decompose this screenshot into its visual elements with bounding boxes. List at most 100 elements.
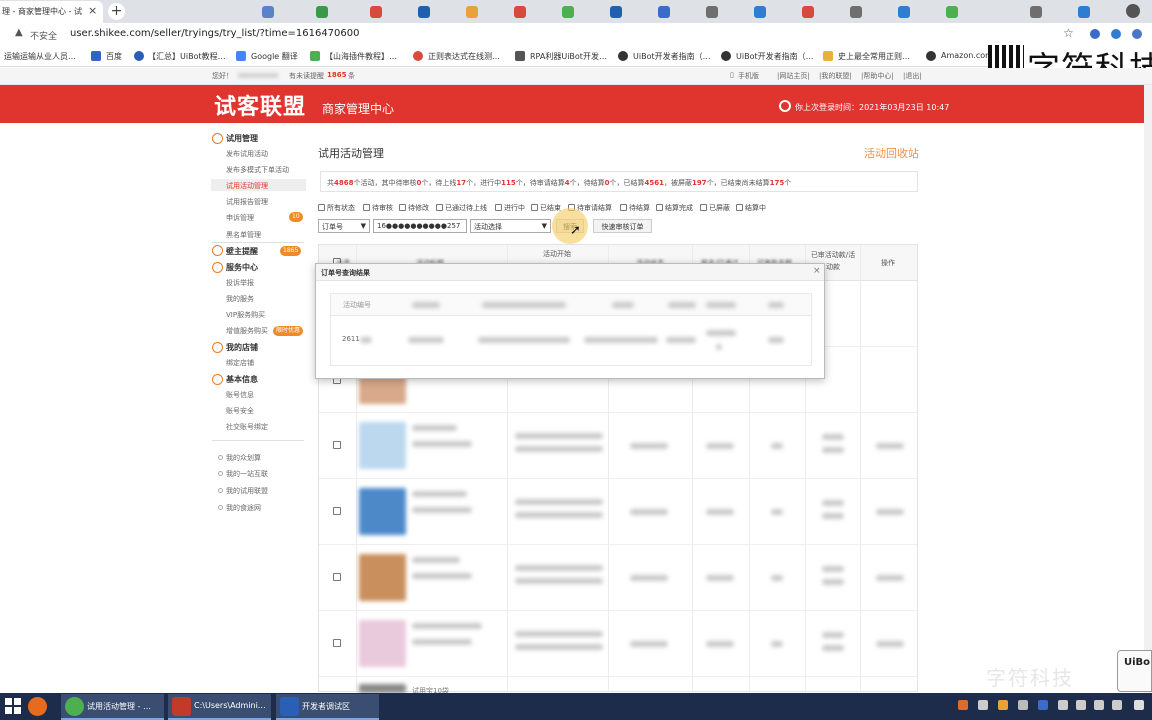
sidebar-item-report[interactable]: 投诉举报 [226, 278, 254, 288]
chrome-icon[interactable] [65, 697, 84, 716]
bookmark-item[interactable]: 正则表达式在线测… [428, 51, 500, 62]
bottom-link[interactable]: 我的试用联盟 [226, 486, 268, 496]
uibot-icon[interactable] [280, 697, 299, 716]
product-thumbnail[interactable] [359, 620, 406, 667]
blurred-action[interactable] [876, 641, 904, 647]
tab-favicon-icon[interactable] [370, 6, 382, 18]
bottom-link[interactable]: 我的食途网 [226, 503, 261, 513]
activity-select[interactable]: 活动选择 ▼ [470, 219, 551, 233]
tab-favicon-icon[interactable] [466, 6, 478, 18]
sidebar-item-blacklist[interactable]: 黑名单管理 [226, 230, 261, 240]
top-link-home[interactable]: |网站主页| [777, 71, 810, 81]
tab-favicon-icon[interactable] [418, 6, 430, 18]
filter-all[interactable]: 所有状态 [318, 203, 355, 213]
profile-icon[interactable] [1126, 4, 1140, 18]
filter-settle[interactable]: 待结算 [620, 203, 650, 213]
recycle-bin-link[interactable]: 活动回收站 [864, 145, 919, 161]
bookmark-item[interactable]: UiBot开发者指南（… [633, 51, 711, 62]
sidebar-item-bind-shop[interactable]: 绑定店铺 [226, 358, 254, 368]
product-thumbnail[interactable] [359, 684, 406, 693]
sidebar-section-info[interactable]: 基本信息 [226, 374, 258, 385]
sidebar-item-multi-mode[interactable]: 发布多模式下单活动 [226, 165, 289, 175]
top-link-logout[interactable]: |退出| [903, 71, 922, 81]
sidebar-section-shop[interactable]: 我的店铺 [226, 342, 258, 353]
sidebar-item-activity-manage[interactable]: 试用活动管理 [211, 179, 306, 191]
bookmark-item[interactable]: 史上最全常用正则… [838, 51, 910, 62]
bookmark-star-icon[interactable]: ☆ [1063, 26, 1074, 40]
tab-favicon-icon[interactable] [262, 6, 274, 18]
close-icon[interactable]: × [813, 266, 821, 276]
blurred-action[interactable] [876, 575, 904, 581]
windows-start-icon[interactable] [4, 697, 22, 715]
uibot-floating-panel[interactable]: UiBo [1117, 650, 1152, 692]
firefox-icon[interactable] [28, 697, 47, 716]
sidebar-section-trial[interactable]: 试用管理 [226, 133, 258, 144]
row-checkbox[interactable] [333, 573, 341, 581]
notice-count[interactable]: 1865 [327, 71, 346, 79]
tab-favicon-icon[interactable] [316, 6, 328, 18]
bookmark-item[interactable]: UiBot开发者指南（… [736, 51, 814, 62]
tray-icon[interactable] [1038, 700, 1048, 710]
sidebar-section-reminder[interactable]: 壁主提醒 [226, 246, 258, 257]
dialog-activity-id[interactable]: 2611 [342, 335, 360, 343]
filter-approved[interactable]: 已通过待上线 [436, 203, 487, 213]
sidebar-item-account-security[interactable]: 账号安全 [226, 406, 254, 416]
filter-ongoing[interactable]: 进行中 [495, 203, 525, 213]
tab-favicon-icon[interactable] [1030, 6, 1042, 18]
sidebar-item-social-binding[interactable]: 社交账号绑定 [226, 422, 268, 432]
volume-icon[interactable] [1076, 700, 1086, 710]
extension-icon[interactable] [1111, 29, 1121, 39]
tab-favicon-icon[interactable] [514, 6, 526, 18]
search-field-select[interactable]: 订单号 ▼ [318, 219, 370, 233]
bookmark-item[interactable]: 【汇总】UiBot教程… [148, 51, 226, 62]
sidebar-item-complaint[interactable]: 申诉管理 [226, 213, 254, 223]
product-thumbnail[interactable] [359, 488, 406, 535]
sidebar-item-vip[interactable]: VIP服务购买 [226, 310, 265, 320]
sidebar-item-report-manage[interactable]: 试用报告管理 [226, 197, 268, 207]
top-link-help[interactable]: |帮助中心| [861, 71, 894, 81]
notification-icon[interactable] [1134, 700, 1144, 710]
top-link-mobile[interactable]: 手机版 [738, 71, 759, 81]
sidebar-item-my-service[interactable]: 我的服务 [226, 294, 254, 304]
url-text[interactable]: user.shikee.com/seller/tryings/try_list/… [70, 28, 360, 39]
tab-favicon-icon[interactable] [946, 6, 958, 18]
tab-favicon-icon[interactable] [898, 6, 910, 18]
filter-modify[interactable]: 待修改 [399, 203, 429, 213]
tray-icon[interactable] [998, 700, 1008, 710]
site-logo[interactable]: 试客联盟 [214, 89, 306, 121]
filter-settling[interactable]: 结算中 [736, 203, 766, 213]
product-thumbnail[interactable] [359, 422, 406, 469]
tab-favicon-icon[interactable] [754, 6, 766, 18]
tray-icon[interactable] [958, 700, 968, 710]
battery-icon[interactable] [1094, 700, 1104, 710]
bookmark-item[interactable]: 【山海插件教程】… [325, 51, 397, 62]
bookmark-item[interactable]: 运输运输从业人员… [4, 51, 76, 62]
bottom-link[interactable]: 我的众划算 [226, 453, 261, 463]
page-scrollbar[interactable] [1144, 85, 1152, 693]
row-checkbox[interactable] [333, 441, 341, 449]
filter-ended[interactable]: 已结束 [531, 203, 561, 213]
bookmark-item[interactable]: Amazon.com [941, 51, 993, 60]
filter-pending[interactable]: 待审核 [363, 203, 393, 213]
tab-favicon-icon[interactable] [1078, 6, 1090, 18]
bookmark-item[interactable]: Google 翻译 [251, 51, 298, 62]
tab-favicon-icon[interactable] [610, 6, 622, 18]
xshell-icon[interactable] [172, 697, 191, 716]
tab-favicon-icon[interactable] [562, 6, 574, 18]
tray-icon[interactable] [1018, 700, 1028, 710]
quick-review-button[interactable]: 快速审核订单 [593, 219, 652, 233]
blurred-action[interactable] [876, 443, 904, 449]
network-icon[interactable] [1058, 700, 1068, 710]
bottom-link[interactable]: 我的一站互联 [226, 469, 268, 479]
sidebar-item-account-info[interactable]: 账号信息 [226, 390, 254, 400]
tab-favicon-icon[interactable] [802, 6, 814, 18]
sidebar-item-value-added[interactable]: 增值服务购买 [226, 326, 268, 336]
insecure-label[interactable]: 不安全 [30, 29, 57, 42]
row-checkbox[interactable] [333, 507, 341, 515]
ime-icon[interactable] [1112, 700, 1122, 710]
tab-close-icon[interactable]: × [88, 4, 97, 17]
tab-favicon-icon[interactable] [658, 6, 670, 18]
blurred-action[interactable] [876, 509, 904, 515]
sidebar-item-publish[interactable]: 发布试用活动 [226, 149, 268, 159]
order-number-input[interactable]: 16●●●●●●●●●●257 [373, 219, 467, 233]
